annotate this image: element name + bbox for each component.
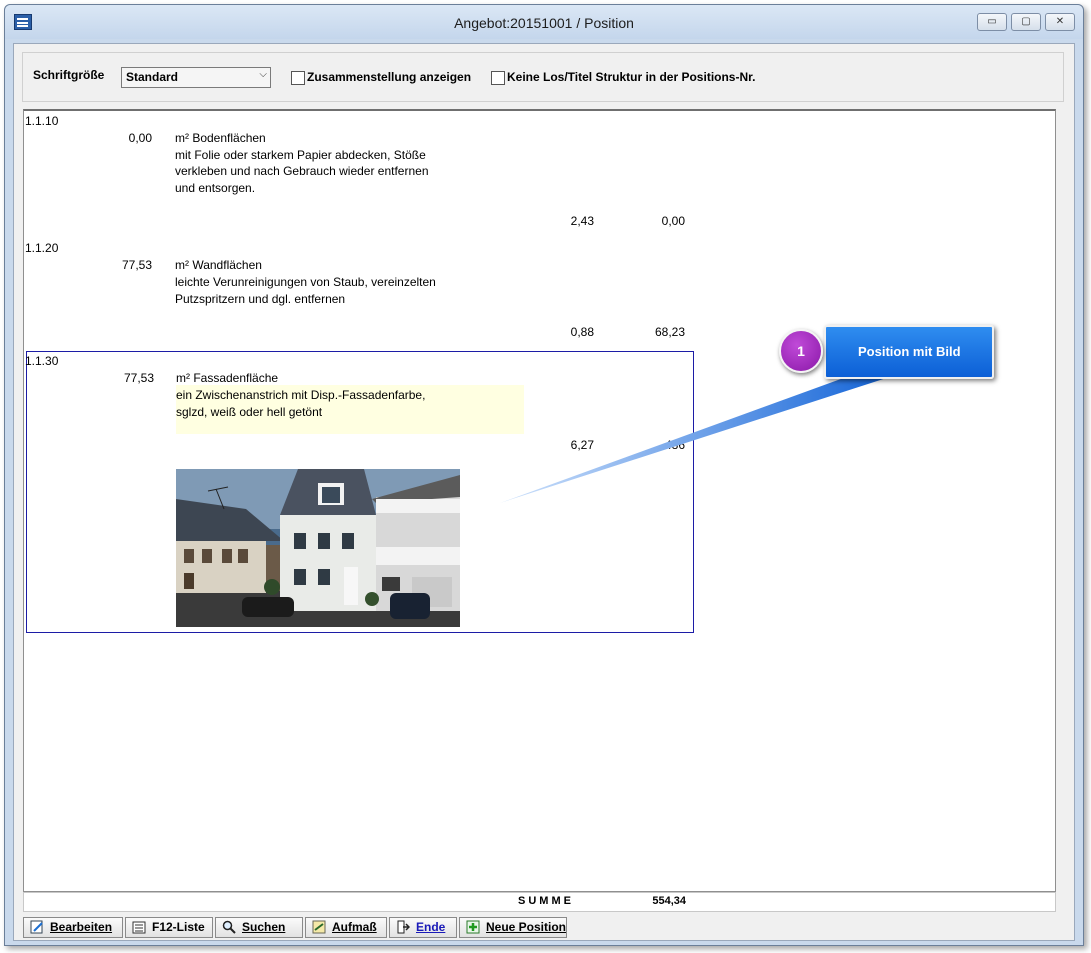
callout-number-badge: 1 <box>779 329 823 373</box>
callout-pointer <box>500 372 905 503</box>
callout-text: Position mit Bild <box>858 344 961 359</box>
callout-box: Position mit Bild <box>824 325 994 379</box>
